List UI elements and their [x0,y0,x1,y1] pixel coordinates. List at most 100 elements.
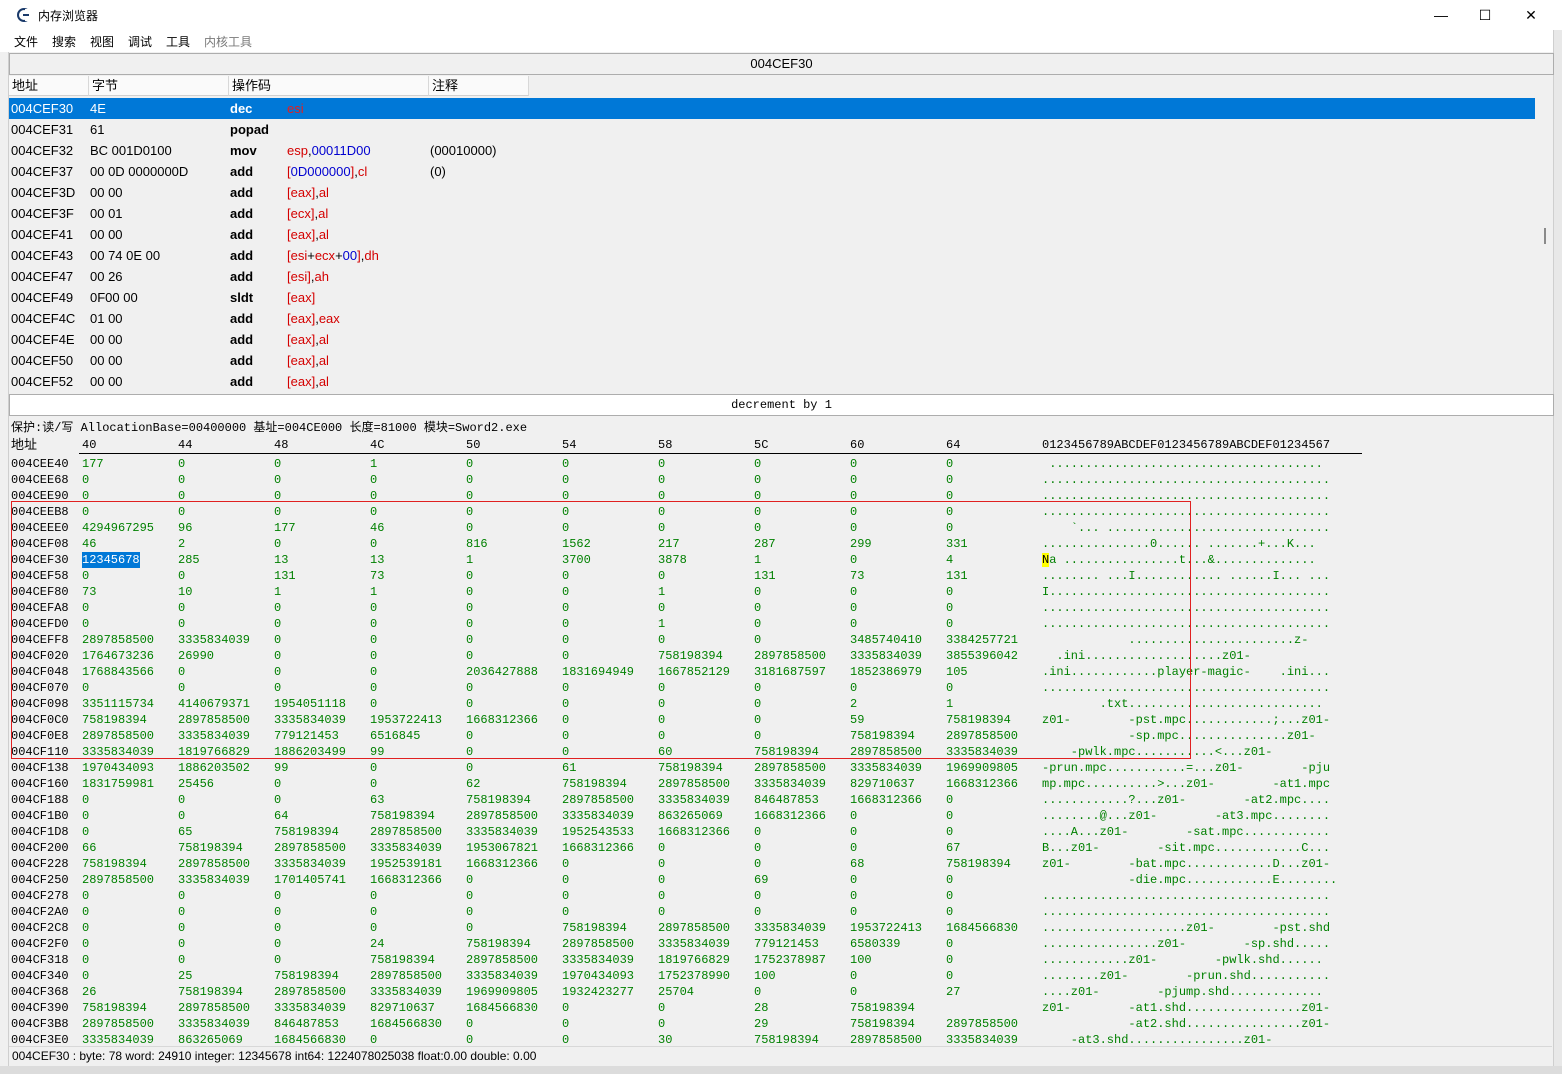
hex-value[interactable]: 0 [562,616,569,632]
hex-value[interactable]: 0 [466,584,473,600]
hex-value[interactable]: 0 [82,616,89,632]
hex-value[interactable]: 0 [178,456,185,472]
hex-value[interactable]: 4294967295 [82,520,154,536]
hex-value[interactable]: 0 [946,504,953,520]
hex-ascii[interactable]: ...............0...... .......+...K... [1042,536,1316,552]
hex-value[interactable]: 0 [466,472,473,488]
hex-value[interactable]: 0 [754,728,761,744]
hex-value[interactable]: 0 [754,488,761,504]
hex-value[interactable]: 0 [466,632,473,648]
hex-value[interactable]: 758198394 [466,792,531,808]
hex-ascii[interactable]: -die.mpc............E........ [1042,872,1337,888]
hex-value[interactable]: 2897858500 [82,728,154,744]
hex-value[interactable]: 0 [82,824,89,840]
hex-value[interactable]: 758198394 [370,952,435,968]
hex-value[interactable]: 3335834039 [850,760,922,776]
hex-value[interactable]: 1684566830 [466,1000,538,1016]
hex-ascii[interactable]: mp.mpc..........>...z01- -at1.mpc [1042,776,1330,792]
hex-value[interactable]: 3700 [562,552,591,568]
hex-value[interactable]: 0 [754,600,761,616]
hex-value[interactable]: 0 [274,488,281,504]
hex-value[interactable]: 73 [82,584,96,600]
hex-value[interactable]: 0 [658,504,665,520]
hex-value[interactable]: 758198394 [466,936,531,952]
hex-value[interactable]: 1684566830 [370,1016,442,1032]
hex-value[interactable]: 0 [274,664,281,680]
hex-value[interactable]: 1831759981 [82,776,154,792]
hex-value[interactable]: 2 [850,696,857,712]
hex-ascii[interactable]: ...................................... [1042,456,1323,472]
disassembler-view[interactable]: 地址 字节 操作码 注释 004CEF30 4E dec esi 004CEF31 61 p… [9,76,1539,392]
hex-value[interactable]: 0 [562,520,569,536]
hex-ascii[interactable]: ........@...z01- -at3.mpc........ [1042,808,1330,824]
hex-ascii[interactable]: .ini...................z01- [1042,648,1250,664]
hex-ascii[interactable]: ........z01- -prun.shd........... [1042,968,1330,984]
hex-value[interactable]: 1970434093 [562,968,634,984]
hex-value[interactable]: 0 [466,1016,473,1032]
hex-value[interactable]: 65 [178,824,192,840]
hex-value[interactable]: 0 [850,984,857,1000]
hex-value[interactable]: 0 [82,680,89,696]
hex-value[interactable]: 0 [658,696,665,712]
hex-ascii[interactable]: ........................................ [1042,488,1330,504]
disasm-row[interactable]: 004CEF3F 00 01 add [ecx],al [9,203,1535,224]
hex-value[interactable]: 0 [370,760,377,776]
hex-ascii[interactable]: z01- -pst.mpc............;...z01- [1042,712,1330,728]
hex-value[interactable]: 0 [274,600,281,616]
hex-value[interactable]: 73 [850,568,864,584]
hex-value[interactable]: 1764673236 [82,648,154,664]
hex-value[interactable]: 0 [946,456,953,472]
hex-value[interactable]: 863265069 [658,808,723,824]
hex-value[interactable]: 6516845 [370,728,420,744]
hex-value[interactable]: 62 [466,776,480,792]
hex-value[interactable]: 0 [370,632,377,648]
hex-value[interactable]: 0 [562,632,569,648]
hex-value[interactable]: 0 [82,504,89,520]
hex-value[interactable]: 1 [658,616,665,632]
hex-value[interactable]: 0 [946,968,953,984]
hex-value[interactable]: 0 [370,616,377,632]
hex-value[interactable]: 69 [754,872,768,888]
hex-value[interactable]: 0 [178,504,185,520]
hex-value[interactable]: 2 [178,536,185,552]
hex-value[interactable]: 0 [946,824,953,840]
hex-value[interactable]: 0 [370,664,377,680]
hex-value[interactable]: 816 [466,536,488,552]
hex-value[interactable]: 3335834039 [850,648,922,664]
disasm-row[interactable]: 004CEF43 00 74 0E 00 add [esi+ecx+00],dh [9,245,1535,266]
hex-value[interactable]: 0 [658,600,665,616]
hex-value[interactable]: 3335834039 [178,728,250,744]
hex-value[interactable]: 0 [754,632,761,648]
hex-value[interactable]: 0 [562,1000,569,1016]
hex-value[interactable]: 758198394 [370,808,435,824]
hex-value[interactable]: 1831694949 [562,664,634,680]
hex-value[interactable]: 758198394 [274,824,339,840]
hex-value[interactable]: 0 [850,824,857,840]
hex-value[interactable]: 2897858500 [466,808,538,824]
hex-value[interactable]: 1932423277 [562,984,634,1000]
hex-value[interactable]: 758198394 [562,776,627,792]
hex-value[interactable]: 285 [178,552,200,568]
hex-value[interactable]: 0 [82,888,89,904]
hex-value[interactable]: 0 [946,488,953,504]
menu-search[interactable]: 搜索 [52,33,76,50]
hex-value[interactable]: 0 [562,1016,569,1032]
hex-value[interactable]: 10 [178,584,192,600]
hex-value[interactable]: 0 [466,728,473,744]
hex-ascii[interactable]: ........................................ [1042,504,1330,520]
hex-value[interactable]: 177 [274,520,296,536]
hex-value[interactable]: 0 [274,888,281,904]
hex-ascii[interactable]: ........................................ [1042,600,1330,616]
hex-ascii[interactable]: ........ ...I............ ......I... ... [1042,568,1330,584]
hex-value[interactable]: 0 [82,488,89,504]
disasm-row[interactable]: 004CEF47 00 26 add [esi],ah [9,266,1535,287]
hex-value[interactable]: 105 [946,664,968,680]
hex-value[interactable]: 0 [562,744,569,760]
hex-value[interactable]: 0 [370,648,377,664]
hex-value[interactable]: 3335834039 [658,936,730,952]
hex-ascii[interactable]: .......................z- [1042,632,1308,648]
hex-value[interactable]: 0 [850,488,857,504]
hex-ascii[interactable]: -sp.mpc...............z01- [1042,728,1315,744]
hex-value[interactable]: 2897858500 [946,1016,1018,1032]
hex-value[interactable]: 0 [370,888,377,904]
